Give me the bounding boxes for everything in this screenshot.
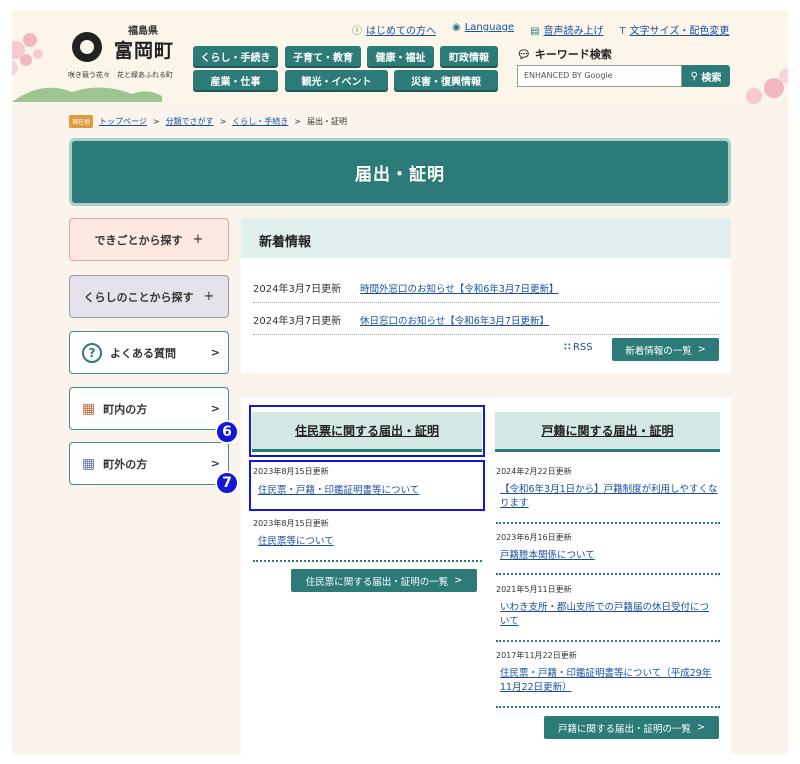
annotation-box-6 (249, 405, 485, 457)
chevron-right-icon: > (454, 575, 463, 586)
entry-date: 2023年6月16日更新 (496, 533, 572, 542)
chevron-right-icon: > (210, 457, 220, 470)
news-date: 2024年3月7日更新 (253, 284, 342, 295)
utility-links: ⓘ はじめての方へ ◉ Language ▤ 音声読み上げ T 文字サイズ・配色変更 (352, 22, 729, 37)
sidebar-item-nonresidents[interactable]: ▦ 町外の方 > (69, 442, 229, 485)
globe-icon: ◉ (452, 22, 461, 33)
search-icon: ⚲ (690, 70, 702, 82)
annotation-box-7 (249, 460, 485, 511)
plus-icon: + (203, 289, 215, 304)
breadcrumb-kurashi[interactable]: くらし・手続き (232, 116, 288, 127)
annotation-marker-7: 7 (215, 471, 239, 495)
chevron-right-icon: > (210, 402, 220, 415)
search-button[interactable]: ⚲ 検索 (682, 65, 730, 87)
sidebar-item-residents[interactable]: ▦ 町内の方 > (69, 387, 229, 430)
annotation-marker-6: 6 (215, 420, 239, 444)
koseki-list-button[interactable]: 戸籍に関する届出・証明の一覧 > (544, 716, 719, 739)
nav-kosodate[interactable]: 子育て・教育 (285, 46, 361, 66)
page-title: 届出・証明 (69, 138, 731, 206)
speaker-icon: ▤ (530, 26, 540, 37)
entry-link[interactable]: 住民票・戸籍・印鑑証明書等について（平成29年11月22日更新） (500, 667, 718, 695)
page-frame: 福島県 富岡町 咲き競う花々 花と緑あふれる町 ⓘ はじめての方へ ◉ Langua… (12, 10, 788, 754)
nav-kenko[interactable]: 健康・福祉 (367, 46, 434, 66)
rss-link[interactable]: ∷ RSS (564, 342, 593, 353)
news-link[interactable]: 時間外窓口のお知らせ【令和6年3月7日更新】 (360, 281, 558, 295)
town-tagline: 咲き競う花々 花と緑あふれる町 (68, 71, 173, 79)
keyword-search-label: 💬︎ キーワード検索 (517, 48, 612, 61)
chevron-right-icon: > (210, 346, 220, 359)
rss-icon: ∷ (564, 342, 571, 353)
entry-date: 2017年11月22日更新 (496, 651, 577, 660)
beginner-link[interactable]: ⓘ はじめての方へ (352, 22, 436, 37)
prefecture-label: 福島県 (128, 26, 158, 37)
search-input[interactable]: ENHANCED BY Google (517, 65, 682, 87)
breadcrumb-category[interactable]: 分類でさがす (166, 116, 214, 127)
news-item: 2024年3月7日更新 時間外窓口のお知らせ【令和6年3月7日更新】 (253, 273, 719, 303)
news-link[interactable]: 休日窓口のお知らせ【令和6年3月7日更新】 (360, 313, 549, 327)
entry-link[interactable]: 住民票等について (258, 535, 482, 549)
juminhyo-list-button[interactable]: 住民票に関する届出・証明の一覧 > (291, 569, 477, 592)
entry-link[interactable]: 【令和6年3月1日から】戸籍制度が利用しやすくなります (500, 483, 718, 511)
koseki-heading[interactable]: 戸籍に関する届出・証明 (495, 412, 720, 452)
breadcrumb-top[interactable]: トップページ (99, 116, 147, 127)
document-icon: ▦ (82, 455, 96, 472)
sidebar-item-living[interactable]: くらしのことから探す + (69, 275, 229, 318)
town-name: 富岡町 (114, 40, 175, 62)
site-header: 福島県 富岡町 咲き競う花々 花と緑あふれる町 ⓘ はじめての方へ ◉ Langua… (12, 10, 788, 104)
nav-saigai[interactable]: 災害・復興情報 (394, 70, 498, 90)
nav-kanko[interactable]: 観光・イベント (285, 70, 388, 90)
read-aloud-link[interactable]: ▤ 音声読み上げ (530, 22, 603, 37)
sidebar-item-events[interactable]: できごとから探す + (69, 218, 229, 261)
news-item: 2024年3月7日更新 休日窓口のお知らせ【令和6年3月7日更新】 (253, 305, 719, 335)
town-emblem-icon (72, 32, 102, 62)
question-icon: ? (82, 342, 102, 363)
nav-chosei[interactable]: 町政情報 (440, 46, 498, 66)
hills-decoration (12, 87, 162, 102)
speech-bubble-icon: 💬︎ (517, 48, 535, 61)
divider (496, 522, 720, 524)
text-size-link[interactable]: T 文字サイズ・配色変更 (620, 22, 730, 37)
divider (496, 706, 720, 708)
entry-link[interactable]: いわき支所・郡山支所での戸籍届の休日受付について (500, 601, 718, 629)
town-logo[interactable]: 福島県 富岡町 咲き競う花々 花と緑あふれる町 (68, 20, 188, 80)
cherry-blossom-decoration-right (746, 69, 788, 104)
divider (496, 573, 720, 575)
entry-date: 2021年5月11日更新 (496, 585, 572, 594)
breadcrumb-current: 届出・証明 (306, 117, 347, 126)
divider (496, 640, 720, 642)
breadcrumb: 現在地 トップページ > 分類でさがす > くらし・手続き > 届出・証明 (69, 115, 347, 128)
nav-kurashi[interactable]: くらし・手続き (193, 46, 278, 66)
entry-link[interactable]: 戸籍謄本関係について (500, 549, 718, 563)
current-location-badge: 現在地 (69, 115, 94, 128)
language-link[interactable]: ◉ Language (452, 22, 514, 37)
plus-icon: + (192, 232, 204, 247)
chevron-right-icon: > (697, 722, 706, 733)
divider (253, 560, 482, 562)
entry-date: 2024年2月22日更新 (496, 467, 572, 476)
news-date: 2024年3月7日更新 (253, 316, 342, 327)
entry-date: 2023年8月15日更新 (253, 519, 329, 528)
chevron-right-icon: > (697, 344, 706, 355)
nav-sangyo[interactable]: 産業・仕事 (193, 70, 278, 90)
text-size-icon: T (619, 26, 626, 37)
document-icon: ▦ (82, 400, 96, 417)
news-heading: 新着情報 (241, 218, 731, 258)
sidebar-item-faq[interactable]: ? よくある質問 > (69, 331, 229, 374)
news-list-button[interactable]: 新着情報の一覧 > (612, 338, 719, 361)
info-icon: ⓘ (352, 26, 362, 37)
